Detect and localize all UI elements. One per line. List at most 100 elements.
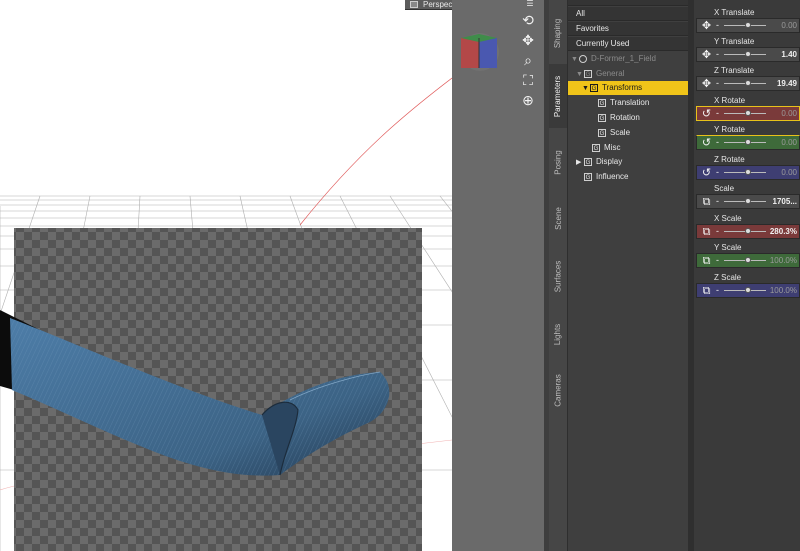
param-slider-box[interactable]: ⧉ - 280.3% <box>696 224 800 239</box>
slider-knob[interactable] <box>745 257 751 263</box>
decrement-button[interactable]: - <box>716 20 719 31</box>
group-icon: G <box>584 69 592 78</box>
group-icon: G <box>598 98 606 107</box>
param-value[interactable]: 280.3% <box>770 226 797 237</box>
group-icon: G <box>598 128 606 137</box>
reset-view-icon[interactable]: ⊕ <box>520 92 536 108</box>
slider-knob[interactable] <box>745 287 751 293</box>
rotate-icon[interactable]: ⟲ <box>520 12 536 28</box>
viewport-3d[interactable]: Perspective View ▼ <box>0 0 452 551</box>
slider-knob[interactable] <box>745 198 751 204</box>
group-icon: G <box>590 83 598 92</box>
translate-icon: ✥ <box>701 78 712 90</box>
param-slider-box[interactable]: ↺ - 0.00 <box>696 135 800 150</box>
slider-knob[interactable] <box>745 110 751 116</box>
tab-shaping[interactable]: Shaping <box>549 4 567 62</box>
rotate-icon: ↺ <box>701 167 712 179</box>
slider-knob[interactable] <box>745 80 751 86</box>
param-value[interactable]: 1.40 <box>781 49 797 60</box>
slider-knob[interactable] <box>745 228 751 234</box>
tree-node-dformer[interactable]: ▼ D-Former_1_Field <box>568 52 691 66</box>
decrement-button[interactable]: - <box>716 255 719 266</box>
menu-icon[interactable]: ☰ <box>522 0 538 8</box>
tab-cameras[interactable]: Cameras <box>549 362 567 418</box>
rotate-icon: ↺ <box>701 137 712 149</box>
param-value[interactable]: 0.00 <box>781 20 797 31</box>
param-value[interactable]: 100.0% <box>770 285 797 296</box>
view-cube[interactable] <box>458 32 502 72</box>
pan-icon[interactable]: ✥ <box>520 32 536 48</box>
filter-favorites[interactable]: Favorites <box>568 22 688 36</box>
decrement-button[interactable]: - <box>716 78 719 89</box>
scale-icon: ⧉ <box>702 196 711 208</box>
side-tab-bar: Shaping Parameters Posing Scene Surfaces… <box>549 0 568 551</box>
decrement-button[interactable]: - <box>716 167 719 178</box>
slider-knob[interactable] <box>745 22 751 28</box>
tab-posing[interactable]: Posing <box>549 134 567 190</box>
param-value[interactable]: 100.0% <box>770 255 797 266</box>
expand-arrow-icon[interactable]: ▼ <box>571 53 579 67</box>
tree-header <box>568 0 688 6</box>
param-slider-box[interactable]: ⧉ - 100.0% <box>696 283 800 298</box>
parameters-panel: X Translate ✥ - 0.00 Y Translate ✥ - 1.4… <box>694 0 800 551</box>
group-icon: G <box>584 157 592 166</box>
camera-dropdown-label: Perspective View <box>423 0 452 9</box>
rotate-icon: ↺ <box>701 108 712 120</box>
group-icon: G <box>584 172 592 181</box>
translate-icon: ✥ <box>701 20 712 32</box>
tree-group-general[interactable]: ▼ G General <box>568 67 696 81</box>
expand-arrow-icon[interactable]: ▼ <box>576 68 584 82</box>
scale-icon: ⧉ <box>702 255 711 267</box>
param-y-rotate: Y Rotate ↺ - 0.00 <box>694 124 800 153</box>
tab-lights[interactable]: Lights <box>549 310 567 358</box>
expand-arrow-icon[interactable]: ▶ <box>576 156 584 170</box>
param-z-scale: Z Scale ⧉ - 100.0% <box>694 272 800 301</box>
param-slider-box[interactable]: ↺ - 0.00 <box>696 106 800 121</box>
property-tree: All Favorites Currently Used ▼ D-Former_1… <box>568 0 702 551</box>
camera-icon <box>410 1 418 8</box>
scale-icon: ⧉ <box>702 285 711 297</box>
group-icon: G <box>598 113 606 122</box>
param-x-rotate: X Rotate ↺ - 0.00 <box>694 95 800 124</box>
camera-dropdown[interactable]: Perspective View ▼ <box>405 0 452 10</box>
slider-knob[interactable] <box>745 51 751 57</box>
filter-currently-used[interactable]: Currently Used <box>568 37 688 51</box>
decrement-button[interactable]: - <box>716 226 719 237</box>
slider-knob[interactable] <box>745 169 751 175</box>
param-value[interactable]: 1705... <box>773 196 797 207</box>
tree-group-influence[interactable]: G Influence <box>568 170 704 184</box>
tab-parameters[interactable]: Parameters <box>549 64 567 128</box>
param-value[interactable]: 0.00 <box>781 108 797 119</box>
param-scale: Scale ⧉ - 1705... <box>694 183 800 212</box>
param-x-translate: X Translate ✥ - 0.00 <box>694 7 800 36</box>
decrement-button[interactable]: - <box>716 285 719 296</box>
decrement-button[interactable]: - <box>716 137 719 148</box>
filter-all[interactable]: All <box>568 7 688 21</box>
param-slider-box[interactable]: ✥ - 19.49 <box>696 76 800 91</box>
tree-group-display[interactable]: ▶ G Display <box>568 155 696 169</box>
param-value[interactable]: 0.00 <box>781 167 797 178</box>
param-value[interactable]: 19.49 <box>777 78 797 89</box>
scale-icon: ⧉ <box>702 226 711 238</box>
param-slider-box[interactable]: ⧉ - 1705... <box>696 194 800 209</box>
decrement-button[interactable]: - <box>716 49 719 60</box>
param-slider-box[interactable]: ✥ - 1.40 <box>696 47 800 62</box>
zoom-icon[interactable]: ⌕ <box>520 52 536 68</box>
tree-group-transforms[interactable]: ▼ G Transforms <box>568 81 702 95</box>
node-icon <box>579 54 587 63</box>
param-slider-box[interactable]: ✥ - 0.00 <box>696 18 800 33</box>
decrement-button[interactable]: - <box>716 196 719 207</box>
expand-arrow-icon[interactable]: ▼ <box>582 82 590 96</box>
param-slider-box[interactable]: ↺ - 0.00 <box>696 165 800 180</box>
decrement-button[interactable]: - <box>716 108 719 119</box>
param-value[interactable]: 0.00 <box>781 137 797 148</box>
param-z-rotate: Z Rotate ↺ - 0.00 <box>694 154 800 183</box>
param-slider-box[interactable]: ⧉ - 100.0% <box>696 253 800 268</box>
param-y-scale: Y Scale ⧉ - 100.0% <box>694 242 800 271</box>
frame-icon[interactable]: ⛶ <box>520 72 536 88</box>
tab-scene[interactable]: Scene <box>549 194 567 242</box>
slider-knob[interactable] <box>745 139 751 145</box>
param-y-translate: Y Translate ✥ - 1.40 <box>694 36 800 65</box>
tab-surfaces[interactable]: Surfaces <box>549 246 567 306</box>
group-icon: G <box>592 143 600 152</box>
